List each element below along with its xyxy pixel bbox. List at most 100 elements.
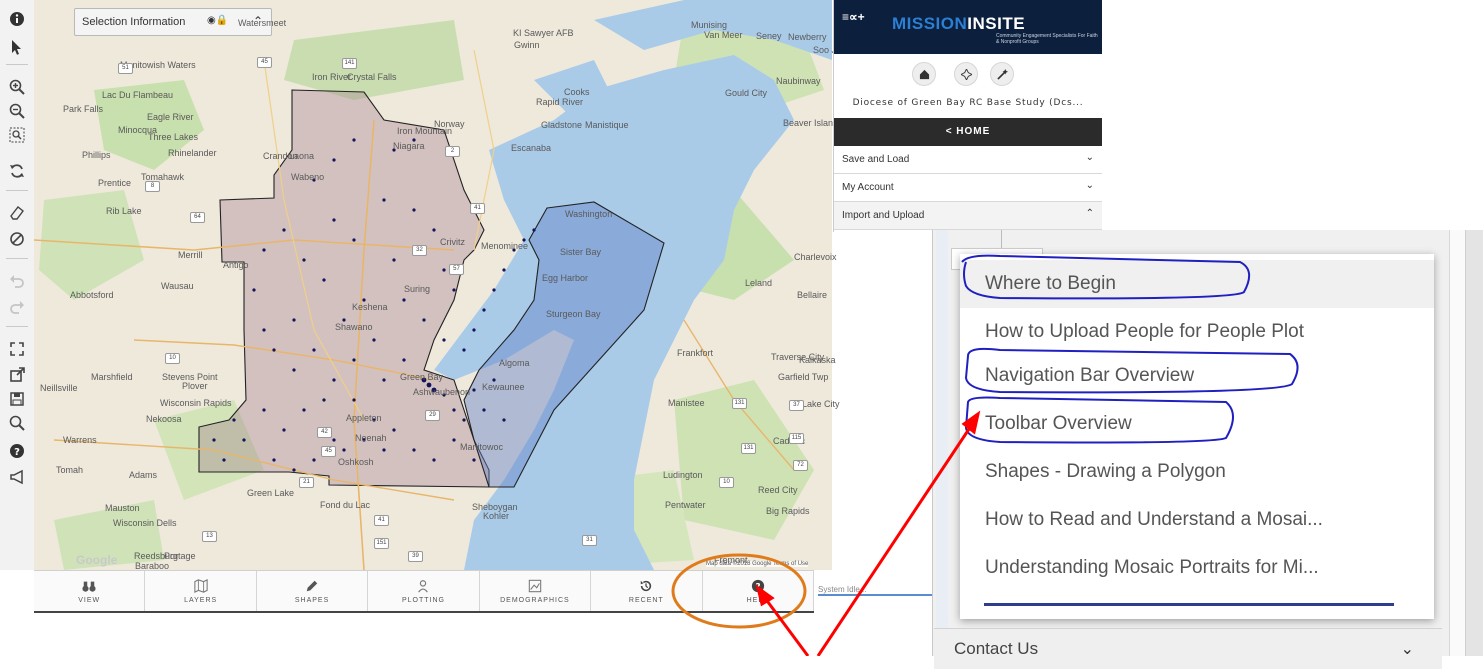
clear-circle-slash-icon[interactable]: [5, 228, 29, 250]
city-label: Escanaba: [511, 143, 552, 153]
city-label: Fremont: [714, 555, 748, 565]
city-label: Seney: [756, 31, 782, 41]
target-crosshair-icon[interactable]: [954, 62, 978, 86]
help-item-label: Navigation Bar Overview: [985, 365, 1195, 386]
nav-recent-button[interactable]: RECENT: [591, 571, 703, 611]
highway-shield: 45: [257, 57, 272, 68]
zoom-out-icon[interactable]: [5, 100, 29, 122]
highway-shield: 32: [412, 245, 427, 256]
highway-shield: 10: [719, 477, 734, 488]
city-label: Tomah: [56, 465, 84, 475]
city-label: Keshena: [352, 302, 388, 312]
city-label: Kalkaska: [799, 355, 836, 365]
status-text: System Idle...: [818, 585, 867, 594]
help-circle-icon[interactable]: ?: [5, 440, 29, 462]
city-label: Nekoosa: [146, 414, 182, 424]
help-item-label: Understanding Mosaic Portraits for Mi...: [985, 557, 1319, 578]
city-label: Crivitz: [440, 237, 465, 247]
contact-us-accordion[interactable]: Contact Us ⌄: [934, 628, 1442, 669]
help-item-label: Toolbar Overview: [985, 413, 1132, 434]
city-label: Crystal Falls: [347, 72, 397, 82]
city-label: Marshfield: [91, 372, 133, 382]
inset-scrollbar[interactable]: [1465, 230, 1483, 656]
city-label: Sturgeon Bay: [546, 309, 601, 319]
accordion-label: Save and Load: [842, 154, 910, 165]
map-layers-icon: [193, 578, 208, 593]
zoom-in-icon[interactable]: [5, 76, 29, 98]
save-disk-icon[interactable]: [5, 388, 29, 410]
city-label: Rib Lake: [106, 206, 142, 216]
city-label: Munising: [691, 20, 728, 30]
pointer-arrow-icon[interactable]: [5, 36, 29, 58]
highway-shield: 51: [118, 63, 133, 74]
city-label: Three Lakes: [148, 132, 199, 142]
megaphone-icon[interactable]: [5, 466, 29, 488]
nav-shapes-button[interactable]: SHAPES: [257, 571, 369, 611]
help-item-navigation-bar[interactable]: Navigation Bar Overview: [960, 352, 1434, 400]
search-icon[interactable]: [5, 412, 29, 434]
city-label: Appleton: [346, 413, 382, 423]
city-label: Niagara: [393, 141, 425, 151]
chevron-down-icon: ⌄: [1085, 180, 1094, 191]
help-item-label: How to Read and Understand a Mosai...: [985, 509, 1323, 530]
home-button[interactable]: < HOME: [834, 118, 1102, 146]
city-label: Lac Du Flambeau: [102, 90, 174, 100]
eraser-icon[interactable]: [5, 202, 29, 224]
help-item-shapes-polygon[interactable]: Shapes - Drawing a Polygon: [960, 448, 1434, 496]
city-label: Manitowoc: [460, 442, 504, 452]
highway-shield: 39: [408, 551, 423, 562]
refresh-icon[interactable]: [5, 160, 29, 182]
redo-icon[interactable]: [5, 296, 29, 318]
help-item-label: Where to Begin: [985, 273, 1116, 294]
nav-plotting-button[interactable]: PLOTTING: [368, 571, 480, 611]
header-menu-icons[interactable]: ≡∝+: [842, 10, 865, 24]
city-label: Pentwater: [665, 500, 706, 510]
home-icon[interactable]: [912, 62, 936, 86]
question-circle-icon: ?: [751, 579, 764, 592]
accordion-import-and-upload[interactable]: Import and Upload ⌃: [834, 202, 1102, 230]
city-label: Ludington: [663, 470, 703, 480]
brand-logo: MISSIONINSITE: [892, 14, 1025, 34]
right-panel: ≡∝+ MISSIONINSITE Community Engagement S…: [833, 0, 1102, 232]
nav-help-label: HELP: [746, 596, 769, 604]
city-label: Rapid River: [536, 97, 584, 107]
chevron-down-icon: ⌄: [1400, 641, 1414, 658]
info-icon[interactable]: [5, 8, 29, 30]
help-item-upload-people[interactable]: How to Upload People for People Plot: [960, 308, 1434, 356]
city-label: Bellaire: [797, 290, 828, 300]
nav-demographics-button[interactable]: DEMOGRAPHICS: [480, 571, 592, 611]
accordion-save-and-load[interactable]: Save and Load ⌄: [834, 146, 1102, 174]
help-item-mosaic-portraits[interactable]: Understanding Mosaic Portraits for Mi...: [960, 544, 1434, 592]
zoom-box-icon[interactable]: [5, 124, 29, 146]
eye-lock-icon[interactable]: ◉🔒: [207, 15, 228, 26]
highway-shield: 57: [449, 264, 464, 275]
city-label: Watersmeet: [238, 18, 287, 28]
help-item-mosaic-read[interactable]: How to Read and Understand a Mosai...: [960, 496, 1434, 544]
city-label: Fond du Lac: [320, 500, 371, 510]
help-item-toolbar-overview[interactable]: Toolbar Overview: [960, 400, 1434, 448]
city-label: Neenah: [355, 433, 387, 443]
study-name: Diocese of Green Bay RC Base Study (Dcs.…: [852, 98, 1084, 108]
accordion-label: Import and Upload: [842, 210, 925, 221]
city-label: Manistee: [668, 398, 705, 408]
city-label: Iron River: [312, 72, 352, 82]
export-icon[interactable]: [5, 364, 29, 386]
bottom-navigation: VIEW LAYERS SHAPES PLOTTING DEMOGRAPHICS…: [34, 570, 814, 613]
nav-layers-button[interactable]: LAYERS: [145, 571, 257, 611]
city-label: Cooks: [564, 87, 590, 97]
help-dropdown-menu: Where to Begin How to Upload People for …: [960, 254, 1434, 619]
city-label: Warrens: [63, 435, 97, 445]
accordion-my-account[interactable]: My Account ⌄: [834, 174, 1102, 202]
nav-view-button[interactable]: VIEW: [34, 571, 146, 611]
magic-wand-icon[interactable]: [990, 62, 1014, 86]
highway-shield: 141: [342, 58, 357, 69]
inset-blue-underline: [984, 603, 1394, 606]
nav-help-button[interactable]: ? HELP: [703, 571, 814, 611]
svg-text:?: ?: [14, 447, 20, 458]
city-label: Beaver Island: [783, 118, 839, 128]
undo-icon[interactable]: [5, 270, 29, 292]
fullscreen-icon[interactable]: [5, 338, 29, 360]
city-label: Suring: [404, 284, 431, 294]
help-item-where-to-begin[interactable]: Where to Begin: [960, 260, 1434, 308]
map-canvas[interactable]: Selection Information ◉🔒 ⌃ Google Map da…: [34, 0, 832, 570]
